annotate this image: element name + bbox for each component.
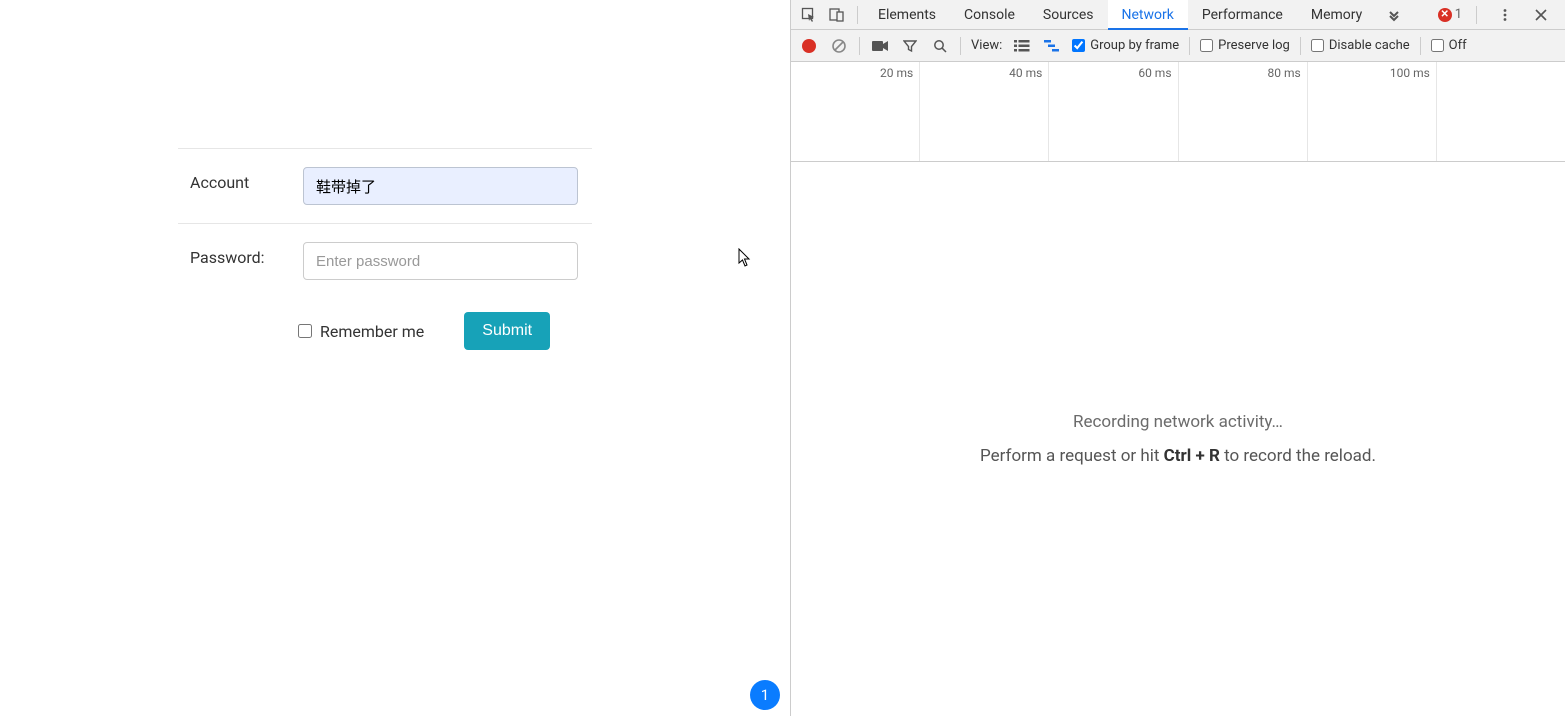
- disable-cache-checkbox[interactable]: Disable cache: [1311, 38, 1410, 53]
- tab-bar-right: ✕ 1: [1438, 0, 1561, 30]
- record-icon: [802, 39, 816, 53]
- search-icon[interactable]: [930, 36, 950, 56]
- timeline-slot: 20 ms: [791, 62, 920, 161]
- devtools-panel: Elements Console Sources Network Perform…: [790, 0, 1565, 716]
- toolbar-separator: [1420, 37, 1421, 55]
- floating-badge[interactable]: 1: [750, 680, 780, 710]
- timeline-slot: 100 ms: [1308, 62, 1437, 161]
- page-viewport: Account Password: Remember me Submit 1: [0, 0, 790, 716]
- view-label: View:: [971, 38, 1002, 53]
- timeline-slot: 80 ms: [1179, 62, 1308, 161]
- empty-line2b: to record the reload.: [1220, 446, 1376, 466]
- timeline-slot: 40 ms: [920, 62, 1049, 161]
- timeline-slot: 60 ms: [1049, 62, 1178, 161]
- timeline-tick: 100 ms: [1390, 66, 1430, 80]
- clear-button[interactable]: [829, 36, 849, 56]
- password-row: Password:: [178, 223, 592, 298]
- login-form: Account Password: Remember me Submit: [178, 148, 592, 350]
- inspect-icon[interactable]: [795, 0, 823, 30]
- badge-count: 1: [761, 686, 769, 704]
- remember-me[interactable]: Remember me: [298, 322, 424, 341]
- disable-cache-label: Disable cache: [1329, 38, 1410, 53]
- tab-elements[interactable]: Elements: [864, 0, 950, 30]
- password-input[interactable]: [303, 242, 578, 280]
- error-circle-icon: ✕: [1438, 8, 1452, 22]
- form-actions: Remember me Submit: [178, 298, 592, 350]
- preserve-log-label: Preserve log: [1218, 38, 1290, 53]
- tab-performance[interactable]: Performance: [1188, 0, 1297, 30]
- timeline-tick: 20 ms: [880, 66, 913, 80]
- empty-line2a: Perform a request or hit: [980, 446, 1164, 466]
- group-by-frame-label: Group by frame: [1090, 38, 1179, 53]
- device-toggle-icon[interactable]: [823, 0, 851, 30]
- error-indicator[interactable]: ✕ 1: [1438, 7, 1462, 22]
- toolbar-separator: [859, 37, 860, 55]
- preserve-log-checkbox[interactable]: Preserve log: [1200, 38, 1290, 53]
- network-toolbar: View: Group by frame Preserve log Disabl…: [791, 30, 1565, 62]
- tab-network[interactable]: Network: [1108, 0, 1188, 30]
- empty-line1: Recording network activity…: [1073, 412, 1283, 432]
- timeline-tick: 80 ms: [1268, 66, 1301, 80]
- record-button[interactable]: [799, 36, 819, 56]
- toolbar-separator: [960, 37, 961, 55]
- password-label: Password:: [178, 242, 303, 267]
- keyboard-shortcut: Ctrl + R: [1164, 446, 1220, 466]
- disable-cache-input[interactable]: [1311, 39, 1324, 52]
- timeline-slot: [1437, 62, 1565, 161]
- mouse-cursor-icon: [738, 248, 752, 268]
- remember-label: Remember me: [320, 322, 424, 341]
- offline-checkbox[interactable]: Off: [1431, 38, 1467, 53]
- timeline-tick: 40 ms: [1009, 66, 1042, 80]
- camera-icon[interactable]: [870, 36, 890, 56]
- view-waterfall-icon[interactable]: [1042, 36, 1062, 56]
- account-row: Account: [178, 148, 592, 223]
- tab-console[interactable]: Console: [950, 0, 1029, 30]
- remember-checkbox[interactable]: [298, 324, 312, 338]
- empty-line2: Perform a request or hit Ctrl + R to rec…: [980, 446, 1376, 466]
- devtools-tab-bar: Elements Console Sources Network Perform…: [791, 0, 1565, 30]
- network-timeline[interactable]: 20 ms 40 ms 60 ms 80 ms 100 ms: [791, 62, 1565, 162]
- close-icon[interactable]: [1527, 0, 1555, 30]
- view-list-icon[interactable]: [1012, 36, 1032, 56]
- network-empty-state: Recording network activity… Perform a re…: [791, 162, 1565, 716]
- submit-button[interactable]: Submit: [464, 312, 550, 350]
- more-tabs-icon[interactable]: [1380, 0, 1408, 30]
- kebab-menu-icon[interactable]: [1491, 0, 1519, 30]
- tab-separator: [857, 6, 858, 24]
- toolbar-separator: [1189, 37, 1190, 55]
- group-by-frame-input[interactable]: [1072, 39, 1085, 52]
- error-count: 1: [1455, 7, 1462, 22]
- timeline-tick: 60 ms: [1138, 66, 1171, 80]
- offline-label: Off: [1449, 38, 1467, 53]
- tab-memory[interactable]: Memory: [1297, 0, 1376, 30]
- tab-sources[interactable]: Sources: [1029, 0, 1108, 30]
- toolbar-separator: [1300, 37, 1301, 55]
- offline-input[interactable]: [1431, 39, 1444, 52]
- preserve-log-input[interactable]: [1200, 39, 1213, 52]
- account-label: Account: [178, 167, 303, 192]
- tab-separator: [1476, 6, 1477, 24]
- group-by-frame-checkbox[interactable]: Group by frame: [1072, 38, 1179, 53]
- filter-icon[interactable]: [900, 36, 920, 56]
- account-input[interactable]: [303, 167, 578, 205]
